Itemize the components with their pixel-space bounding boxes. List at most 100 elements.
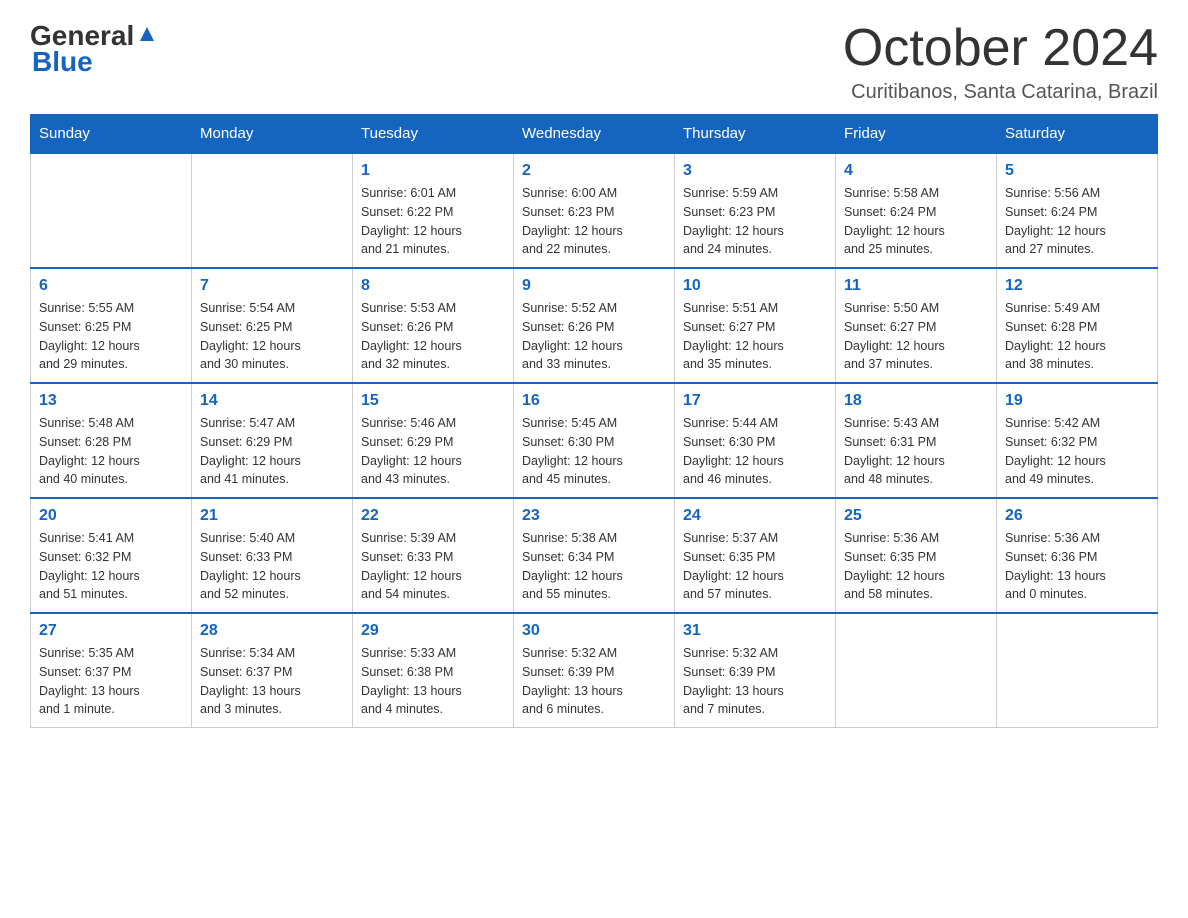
calendar-cell: 13 Sunrise: 5:48 AM Sunset: 6:28 PM Dayli…	[31, 383, 192, 498]
day-number: 16	[522, 392, 666, 410]
day-number: 20	[39, 507, 183, 525]
day-info: Sunrise: 5:55 AM Sunset: 6:25 PM Dayligh…	[39, 299, 183, 374]
calendar-week-row: 27 Sunrise: 5:35 AM Sunset: 6:37 PM Dayli…	[31, 613, 1158, 728]
day-number: 3	[683, 162, 827, 180]
day-info: Sunrise: 5:54 AM Sunset: 6:25 PM Dayligh…	[200, 299, 344, 374]
calendar-week-row: 13 Sunrise: 5:48 AM Sunset: 6:28 PM Dayli…	[31, 383, 1158, 498]
day-number: 11	[844, 277, 988, 295]
day-info: Sunrise: 5:49 AM Sunset: 6:28 PM Dayligh…	[1005, 299, 1149, 374]
day-info: Sunrise: 5:52 AM Sunset: 6:26 PM Dayligh…	[522, 299, 666, 374]
day-info: Sunrise: 5:35 AM Sunset: 6:37 PM Dayligh…	[39, 644, 183, 719]
day-info: Sunrise: 5:36 AM Sunset: 6:36 PM Dayligh…	[1005, 529, 1149, 604]
calendar-cell: 31 Sunrise: 5:32 AM Sunset: 6:39 PM Dayli…	[675, 613, 836, 728]
day-info: Sunrise: 5:56 AM Sunset: 6:24 PM Dayligh…	[1005, 184, 1149, 259]
calendar-week-row: 6 Sunrise: 5:55 AM Sunset: 6:25 PM Daylig…	[31, 268, 1158, 383]
day-number: 23	[522, 507, 666, 525]
day-info: Sunrise: 5:45 AM Sunset: 6:30 PM Dayligh…	[522, 414, 666, 489]
calendar-week-row: 20 Sunrise: 5:41 AM Sunset: 6:32 PM Dayli…	[31, 498, 1158, 613]
day-number: 2	[522, 162, 666, 180]
calendar-cell: 18Sunrise: 5:43 AM Sunset: 6:31 PM Dayli…	[836, 383, 997, 498]
calendar-cell: 7 Sunrise: 5:54 AM Sunset: 6:25 PM Daylig…	[192, 268, 353, 383]
day-number: 9	[522, 277, 666, 295]
logo: General Blue	[30, 20, 158, 78]
weekday-header-friday: Friday	[836, 115, 997, 154]
weekday-header-tuesday: Tuesday	[353, 115, 514, 154]
day-info: Sunrise: 5:48 AM Sunset: 6:28 PM Dayligh…	[39, 414, 183, 489]
calendar-cell: 6 Sunrise: 5:55 AM Sunset: 6:25 PM Daylig…	[31, 268, 192, 383]
calendar-cell: 29 Sunrise: 5:33 AM Sunset: 6:38 PM Dayli…	[353, 613, 514, 728]
day-number: 8	[361, 277, 505, 295]
day-info: Sunrise: 5:34 AM Sunset: 6:37 PM Dayligh…	[200, 644, 344, 719]
day-info: Sunrise: 5:32 AM Sunset: 6:39 PM Dayligh…	[522, 644, 666, 719]
day-info: Sunrise: 5:47 AM Sunset: 6:29 PM Dayligh…	[200, 414, 344, 489]
day-number: 17	[683, 392, 827, 410]
day-info: Sunrise: 5:42 AM Sunset: 6:32 PM Dayligh…	[1005, 414, 1149, 489]
day-number: 26	[1005, 507, 1149, 525]
calendar-cell: 14 Sunrise: 5:47 AM Sunset: 6:29 PM Dayli…	[192, 383, 353, 498]
calendar-cell: 27 Sunrise: 5:35 AM Sunset: 6:37 PM Dayli…	[31, 613, 192, 728]
day-number: 7	[200, 277, 344, 295]
calendar-header-row: SundayMondayTuesdayWednesdayThursdayFrid…	[31, 115, 1158, 154]
calendar-week-row: 1Sunrise: 6:01 AM Sunset: 6:22 PM Daylig…	[31, 153, 1158, 268]
day-info: Sunrise: 5:38 AM Sunset: 6:34 PM Dayligh…	[522, 529, 666, 604]
day-info: Sunrise: 5:53 AM Sunset: 6:26 PM Dayligh…	[361, 299, 505, 374]
calendar-cell: 1Sunrise: 6:01 AM Sunset: 6:22 PM Daylig…	[353, 153, 514, 268]
location-title: Curitibanos, Santa Catarina, Brazil	[843, 81, 1158, 104]
day-number: 5	[1005, 162, 1149, 180]
day-number: 6	[39, 277, 183, 295]
day-number: 4	[844, 162, 988, 180]
day-info: Sunrise: 5:58 AM Sunset: 6:24 PM Dayligh…	[844, 184, 988, 259]
day-info: Sunrise: 5:36 AM Sunset: 6:35 PM Dayligh…	[844, 529, 988, 604]
calendar-cell: 16 Sunrise: 5:45 AM Sunset: 6:30 PM Dayli…	[514, 383, 675, 498]
month-title: October 2024	[843, 20, 1158, 77]
day-number: 24	[683, 507, 827, 525]
day-info: Sunrise: 5:32 AM Sunset: 6:39 PM Dayligh…	[683, 644, 827, 719]
day-number: 13	[39, 392, 183, 410]
calendar-cell: 20 Sunrise: 5:41 AM Sunset: 6:32 PM Dayli…	[31, 498, 192, 613]
day-number: 15	[361, 392, 505, 410]
day-number: 31	[683, 622, 827, 640]
day-info: Sunrise: 5:41 AM Sunset: 6:32 PM Dayligh…	[39, 529, 183, 604]
title-section: October 2024 Curitibanos, Santa Catarina…	[843, 20, 1158, 104]
calendar-cell: 11Sunrise: 5:50 AM Sunset: 6:27 PM Dayli…	[836, 268, 997, 383]
weekday-header-sunday: Sunday	[31, 115, 192, 154]
weekday-header-monday: Monday	[192, 115, 353, 154]
day-info: Sunrise: 5:59 AM Sunset: 6:23 PM Dayligh…	[683, 184, 827, 259]
calendar-cell	[997, 613, 1158, 728]
day-number: 29	[361, 622, 505, 640]
day-number: 21	[200, 507, 344, 525]
calendar-cell: 15 Sunrise: 5:46 AM Sunset: 6:29 PM Dayli…	[353, 383, 514, 498]
calendar-cell: 19Sunrise: 5:42 AM Sunset: 6:32 PM Dayli…	[997, 383, 1158, 498]
calendar-cell: 3 Sunrise: 5:59 AM Sunset: 6:23 PM Daylig…	[675, 153, 836, 268]
calendar-cell: 4 Sunrise: 5:58 AM Sunset: 6:24 PM Daylig…	[836, 153, 997, 268]
weekday-header-thursday: Thursday	[675, 115, 836, 154]
day-info: Sunrise: 5:33 AM Sunset: 6:38 PM Dayligh…	[361, 644, 505, 719]
day-number: 27	[39, 622, 183, 640]
day-info: Sunrise: 5:46 AM Sunset: 6:29 PM Dayligh…	[361, 414, 505, 489]
day-number: 18	[844, 392, 988, 410]
calendar-cell: 23 Sunrise: 5:38 AM Sunset: 6:34 PM Dayli…	[514, 498, 675, 613]
day-info: Sunrise: 5:51 AM Sunset: 6:27 PM Dayligh…	[683, 299, 827, 374]
calendar-cell: 25Sunrise: 5:36 AM Sunset: 6:35 PM Dayli…	[836, 498, 997, 613]
calendar-cell: 17Sunrise: 5:44 AM Sunset: 6:30 PM Dayli…	[675, 383, 836, 498]
calendar-cell	[192, 153, 353, 268]
calendar-cell: 5 Sunrise: 5:56 AM Sunset: 6:24 PM Daylig…	[997, 153, 1158, 268]
day-number: 22	[361, 507, 505, 525]
calendar-cell: 2 Sunrise: 6:00 AM Sunset: 6:23 PM Daylig…	[514, 153, 675, 268]
day-info: Sunrise: 5:40 AM Sunset: 6:33 PM Dayligh…	[200, 529, 344, 604]
calendar-cell: 30Sunrise: 5:32 AM Sunset: 6:39 PM Dayli…	[514, 613, 675, 728]
page-header: General Blue October 2024 Curitibanos, S…	[30, 20, 1158, 104]
calendar-cell: 9 Sunrise: 5:52 AM Sunset: 6:26 PM Daylig…	[514, 268, 675, 383]
day-info: Sunrise: 6:01 AM Sunset: 6:22 PM Dayligh…	[361, 184, 505, 259]
day-info: Sunrise: 5:37 AM Sunset: 6:35 PM Dayligh…	[683, 529, 827, 604]
day-number: 12	[1005, 277, 1149, 295]
calendar-table: SundayMondayTuesdayWednesdayThursdayFrid…	[30, 114, 1158, 728]
day-number: 28	[200, 622, 344, 640]
calendar-cell: 10Sunrise: 5:51 AM Sunset: 6:27 PM Dayli…	[675, 268, 836, 383]
day-info: Sunrise: 5:39 AM Sunset: 6:33 PM Dayligh…	[361, 529, 505, 604]
day-info: Sunrise: 6:00 AM Sunset: 6:23 PM Dayligh…	[522, 184, 666, 259]
day-number: 14	[200, 392, 344, 410]
weekday-header-wednesday: Wednesday	[514, 115, 675, 154]
calendar-cell: 24 Sunrise: 5:37 AM Sunset: 6:35 PM Dayli…	[675, 498, 836, 613]
logo-triangle-icon	[136, 23, 158, 45]
